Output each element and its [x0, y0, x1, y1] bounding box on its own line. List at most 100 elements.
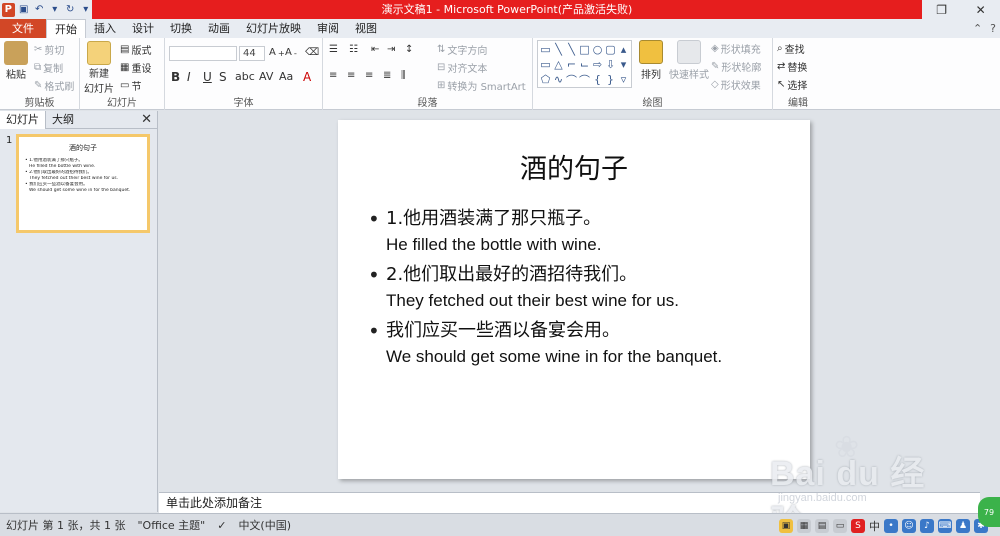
tab-view[interactable]: 视图 [347, 19, 385, 38]
list-item[interactable]: 1.他用酒装满了那只瓶子。 He filled the bottle with … [368, 206, 798, 258]
align-center-icon[interactable]: ≡ [347, 70, 355, 81]
sogou-ime-icon[interactable]: S [851, 518, 865, 533]
restore-window-icon[interactable]: ❐ [936, 3, 947, 17]
reset-button[interactable]: ▦ 重设 [120, 60, 151, 75]
rect-shape-icon[interactable]: □ [578, 42, 591, 57]
grow-font-icon[interactable]: A + [269, 47, 285, 58]
char-spacing-icon[interactable]: AV [259, 70, 273, 83]
help-icon[interactable]: ? [990, 22, 996, 35]
slide-thumbnail[interactable]: 酒的句子 • 1.他用酒装满了那只瓶子。 He filled the bottl… [16, 134, 150, 233]
align-left-icon[interactable]: ≡ [329, 70, 337, 81]
rounded-rect-shape-icon[interactable]: ▢ [604, 42, 617, 57]
microphone-icon[interactable]: ♪ [920, 518, 934, 533]
tab-slides-panel[interactable]: 幻灯片 [0, 110, 46, 129]
font-name-combo[interactable] [169, 46, 237, 61]
copy-button[interactable]: ⧉ 复制 [34, 60, 63, 75]
textbox-shape-icon[interactable]: ▭ [539, 42, 552, 57]
shape-fill-button[interactable]: ◈ 形状填充 [711, 41, 761, 56]
increase-indent-icon[interactable]: ⇥ [387, 44, 395, 55]
right-arrow-shape-icon[interactable]: ⇨ [591, 57, 604, 72]
section-button[interactable]: ▭ 节 [120, 78, 141, 93]
slideshow-view-icon[interactable]: ▭ [833, 518, 847, 533]
rect2-shape-icon[interactable]: ▭ [539, 57, 552, 72]
paste-button[interactable]: 粘贴 [4, 41, 28, 81]
columns-icon[interactable]: ⫼ [401, 70, 406, 81]
down-arrow-shape-icon[interactable]: ⇩ [604, 57, 617, 72]
arrange-button[interactable]: 排列 [639, 40, 663, 81]
customize-qat-icon[interactable]: ▾ [80, 3, 93, 17]
slide-canvas[interactable]: 酒的句子 1.他用酒装满了那只瓶子。 He filled the bottle … [338, 120, 810, 479]
pentagon-shape-icon[interactable]: ⬠ [539, 72, 552, 87]
decrease-indent-icon[interactable]: ⇤ [371, 44, 379, 55]
tab-animations[interactable]: 动画 [200, 19, 238, 38]
gallery-up-icon[interactable]: ▴ [617, 42, 630, 57]
italic-icon[interactable]: I [187, 70, 191, 84]
bullets-icon[interactable]: ☰ [329, 44, 338, 55]
bold-icon[interactable]: B [171, 70, 180, 84]
elbow-shape-icon[interactable]: ⌐ [565, 57, 578, 72]
line-shape-icon[interactable]: ╲ [552, 42, 565, 57]
reading-view-icon[interactable]: ▤ [815, 518, 829, 533]
brace-left-shape-icon[interactable]: { [591, 72, 604, 87]
quick-styles-button[interactable]: 快速样式 [669, 40, 709, 81]
undo-icon[interactable]: ↶ [33, 3, 46, 17]
list-item[interactable]: 我们应买一些酒以备宴会用。 We should get some wine in… [368, 318, 798, 370]
brace-right-shape-icon[interactable]: } [604, 72, 617, 87]
slide-title[interactable]: 酒的句子 [338, 147, 810, 186]
find-button[interactable]: ⌕ 查找 [777, 41, 805, 56]
align-right-icon[interactable]: ≡ [365, 70, 373, 81]
list-item[interactable]: 2.他们取出最好的酒招待我们。 They fetched out their b… [368, 262, 798, 314]
tab-home[interactable]: 开始 [46, 19, 86, 38]
minimize-ribbon-icon[interactable]: ⌃ [973, 22, 982, 35]
shape-outline-button[interactable]: ✎ 形状轮廓 [711, 59, 761, 74]
align-text-button[interactable]: ⊟ 对齐文本 [437, 60, 487, 75]
powerpoint-logo-icon[interactable]: P [2, 2, 15, 17]
clear-format-icon[interactable]: ⌫ [305, 47, 319, 58]
freeform-shape-icon[interactable]: ∿ [552, 72, 565, 87]
font-size-combo[interactable]: 44 [239, 46, 265, 61]
tab-transitions[interactable]: 切换 [162, 19, 200, 38]
new-slide-button[interactable]: 新建 幻灯片 [84, 41, 114, 95]
slide-sorter-icon[interactable]: ▦ [797, 518, 811, 533]
tab-insert[interactable]: 插入 [86, 19, 124, 38]
shadow-icon[interactable]: S [219, 70, 227, 84]
tab-slideshow[interactable]: 幻灯片放映 [238, 19, 309, 38]
text-direction-button[interactable]: ⇅ 文字方向 [437, 42, 487, 57]
strikethrough-icon[interactable]: abc [235, 70, 255, 83]
curve-shape-icon[interactable]: ⌒ [578, 72, 591, 87]
notes-pane[interactable]: 单击此处添加备注 [159, 492, 980, 513]
arc-shape-icon[interactable]: ⌒ [565, 72, 578, 87]
connector-shape-icon[interactable]: ⌙ [578, 57, 591, 72]
close-panel-icon[interactable]: ✕ [141, 112, 152, 127]
redo-icon[interactable]: ↻ [64, 3, 77, 17]
numbering-icon[interactable]: ☷ [349, 44, 358, 55]
user-icon[interactable]: ♟ [956, 518, 970, 533]
oval-shape-icon[interactable]: ○ [591, 42, 604, 57]
shapes-gallery[interactable]: ▭ ╲ ╲ □ ○ ▢ ▴ ▭ △ ⌐ ⌙ ⇨ ⇩ ▾ ⬠ ∿ ⌒ ⌒ { } … [537, 40, 632, 88]
spellcheck-icon[interactable]: ✓ [211, 519, 232, 532]
change-case-icon[interactable]: Aa [279, 70, 293, 83]
emoji-icon[interactable]: ☺ [902, 518, 916, 533]
replace-button[interactable]: ⇄ 替换 [777, 59, 807, 74]
tab-file[interactable]: 文件 [0, 19, 46, 38]
tab-review[interactable]: 审阅 [309, 19, 347, 38]
line-spacing-icon[interactable]: ↕ [405, 44, 413, 55]
save-icon[interactable]: ▣ [18, 3, 31, 17]
layout-button[interactable]: ▤ 版式 [120, 42, 151, 57]
gallery-down-icon[interactable]: ▾ [617, 57, 630, 72]
ime-mode[interactable]: 中 [869, 518, 880, 534]
floating-zoom-badge[interactable]: 79 [978, 497, 1000, 527]
gallery-more-icon[interactable]: ▿ [617, 72, 630, 87]
select-button[interactable]: ↖ 选择 [777, 77, 807, 92]
normal-view-icon[interactable]: ▣ [779, 518, 793, 533]
underline-icon[interactable]: U [203, 70, 212, 84]
line2-shape-icon[interactable]: ╲ [565, 42, 578, 57]
tab-outline-panel[interactable]: 大纲 [46, 111, 80, 129]
tab-design[interactable]: 设计 [124, 19, 162, 38]
convert-smartart-button[interactable]: ⊞ 转换为 SmartArt [437, 78, 526, 93]
keyboard-icon[interactable]: ⌨ [938, 518, 952, 533]
format-painter-button[interactable]: ✎ 格式刷 [34, 78, 74, 93]
justify-icon[interactable]: ≣ [383, 70, 391, 81]
cut-button[interactable]: ✂ 剪切 [34, 42, 64, 57]
slide-bullet-list[interactable]: 1.他用酒装满了那只瓶子。 He filled the bottle with … [368, 206, 798, 374]
